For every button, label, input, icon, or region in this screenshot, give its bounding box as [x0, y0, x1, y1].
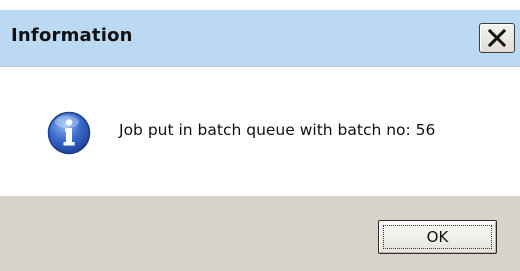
button-bar: OK: [0, 196, 520, 271]
title-bar[interactable]: Information: [0, 10, 520, 67]
dialog-message: Job put in batch queue with batch no: 56: [119, 121, 436, 139]
close-icon: [488, 29, 506, 47]
info-icon: [47, 111, 91, 155]
ok-button[interactable]: OK: [378, 220, 497, 254]
close-button[interactable]: [479, 23, 515, 53]
dialog-title: Information: [11, 25, 133, 46]
message-area: Job put in batch queue with batch no: 56: [0, 67, 520, 196]
information-dialog: Information Job put in batch queue with …: [0, 0, 520, 271]
ok-button-label: OK: [426, 228, 449, 246]
